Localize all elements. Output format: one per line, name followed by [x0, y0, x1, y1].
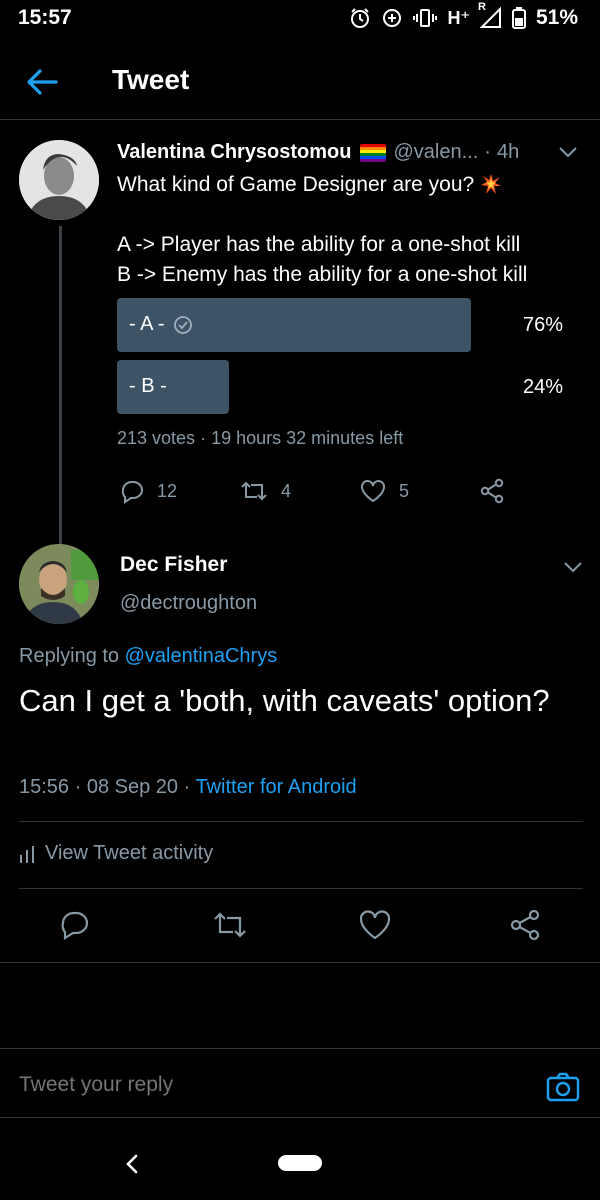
like-count: 5 [399, 480, 410, 501]
parent-handle: @valen... [393, 141, 479, 163]
view-tweet-activity-button[interactable]: View Tweet activity [19, 842, 213, 865]
main-handle: @dectroughton [120, 592, 258, 614]
chevron-left-icon [126, 1154, 138, 1174]
heart-icon [359, 910, 391, 940]
parent-more-button[interactable] [556, 142, 580, 162]
tweet-source-link[interactable]: Twitter for Android [196, 776, 357, 798]
replying-prefix: Replying to [19, 645, 120, 667]
poll-option-percent: 76% [522, 314, 563, 336]
retweet-button[interactable]: 4 [239, 478, 291, 504]
arrow-left-icon [27, 69, 58, 95]
vibrate-icon [413, 7, 438, 29]
network-type: H⁺ [447, 7, 470, 28]
poll-time-left: 19 hours 32 minutes left [211, 428, 404, 448]
avatar-photo [19, 544, 99, 624]
like-button[interactable] [358, 908, 392, 942]
thread-line [59, 226, 62, 546]
chevron-down-icon [564, 562, 582, 573]
alarm-icon [349, 7, 371, 29]
share-icon [480, 478, 504, 504]
poll-option-a[interactable]: - A - 76% [117, 298, 583, 352]
poll-option-text: - B - [129, 375, 167, 397]
tweet-line [117, 200, 527, 230]
tweet-line-text: What kind of Game Designer are you? [117, 173, 475, 196]
main-more-button[interactable] [560, 556, 586, 578]
parent-avatar[interactable] [19, 140, 99, 220]
retweet-count: 4 [281, 480, 292, 501]
main-avatar[interactable] [19, 544, 99, 624]
poll-option-text: - A - [129, 313, 165, 335]
main-tweet-meta: 15:56 · 08 Sep 20 · Twitter for Android [19, 776, 357, 799]
reply-icon [121, 481, 143, 504]
tweet-date: 08 Sep 20 [86, 776, 179, 798]
chevron-down-icon [559, 147, 577, 158]
share-button[interactable] [508, 908, 542, 942]
reply-bar [0, 1048, 600, 1118]
signal-icon: R [478, 1, 502, 29]
parent-tweet-text: What kind of Game Designer are you? A ->… [117, 170, 527, 290]
share-icon [510, 909, 540, 941]
reply-button[interactable]: 12 [119, 478, 177, 504]
collision-emoji-icon [480, 173, 502, 195]
heart-icon [361, 480, 385, 503]
roaming-indicator: R [477, 1, 486, 13]
reply-input[interactable] [19, 1073, 499, 1097]
poll-option-label: - B - [129, 375, 167, 398]
parent-action-bar: 12 4 5 [117, 478, 517, 510]
battery-icon [511, 7, 526, 29]
back-button[interactable] [22, 64, 62, 100]
status-bar: 15:57 H⁺ R 51% [0, 0, 600, 40]
status-time: 15:57 [18, 6, 72, 29]
reply-button[interactable] [58, 908, 92, 942]
tweet-line: A -> Player has the ability for a one-sh… [117, 233, 521, 256]
reply-count: 12 [157, 480, 178, 501]
poll-option-label: - A - [129, 313, 193, 336]
replying-mention-link[interactable]: @valentinaChrys [125, 645, 278, 667]
parent-tweet-header: Valentina Chrysostomou @valen... · 4h [117, 141, 519, 164]
retweet-icon [241, 481, 267, 501]
poll-option-percent: 24% [522, 376, 563, 398]
main-action-bar [0, 908, 600, 948]
divider [19, 888, 583, 889]
reply-icon [61, 911, 89, 940]
view-tweet-activity-label: View Tweet activity [45, 842, 214, 864]
replying-to: Replying to @valentinaChrys [19, 645, 277, 668]
camera-icon [546, 1072, 580, 1102]
system-back-button[interactable] [122, 1152, 142, 1176]
battery-percent: 51% [535, 6, 578, 29]
bar-chart-icon [20, 845, 34, 863]
camera-button[interactable] [546, 1071, 580, 1103]
separator-dot: · [74, 776, 82, 798]
poll-option-b[interactable]: - B - 24% [117, 360, 583, 414]
poll-votes: 213 votes [117, 428, 196, 448]
tweet-detail-screen: 15:57 H⁺ R 51% Tweet Valentina Chrysosto… [0, 0, 600, 1200]
main-display-name[interactable]: Dec Fisher [120, 553, 227, 577]
parent-time-ago: 4h [496, 141, 520, 163]
separator-dot: · [200, 428, 207, 448]
main-tweet-text: Can I get a 'both, with caveats' option? [19, 683, 550, 718]
share-button[interactable] [479, 478, 505, 504]
system-home-pill[interactable] [278, 1155, 322, 1171]
avatar-photo [19, 140, 99, 220]
poll-meta: 213 votes · 19 hours 32 minutes left [117, 428, 403, 449]
divider [19, 821, 583, 822]
like-button[interactable]: 5 [359, 478, 409, 504]
separator-dot: · [484, 141, 491, 163]
rainbow-flag-icon [359, 143, 386, 162]
tweet-line: What kind of Game Designer are you? [117, 170, 527, 200]
divider [0, 962, 600, 963]
app-header: Tweet [0, 44, 600, 120]
tweet-line: B -> Enemy has the ability for a one-sho… [117, 263, 528, 286]
status-icons: H⁺ R 51% [349, 1, 578, 30]
poll: - A - 76% - B - 24% [117, 298, 583, 422]
check-circle-icon [173, 315, 192, 334]
retweet-button[interactable] [212, 908, 246, 942]
retweet-icon [214, 912, 246, 938]
page-title: Tweet [112, 64, 190, 95]
data-saver-icon [381, 7, 403, 29]
parent-display-name[interactable]: Valentina Chrysostomou [117, 141, 352, 164]
separator-dot: · [183, 776, 191, 798]
tweet-time: 15:56 [19, 776, 70, 798]
